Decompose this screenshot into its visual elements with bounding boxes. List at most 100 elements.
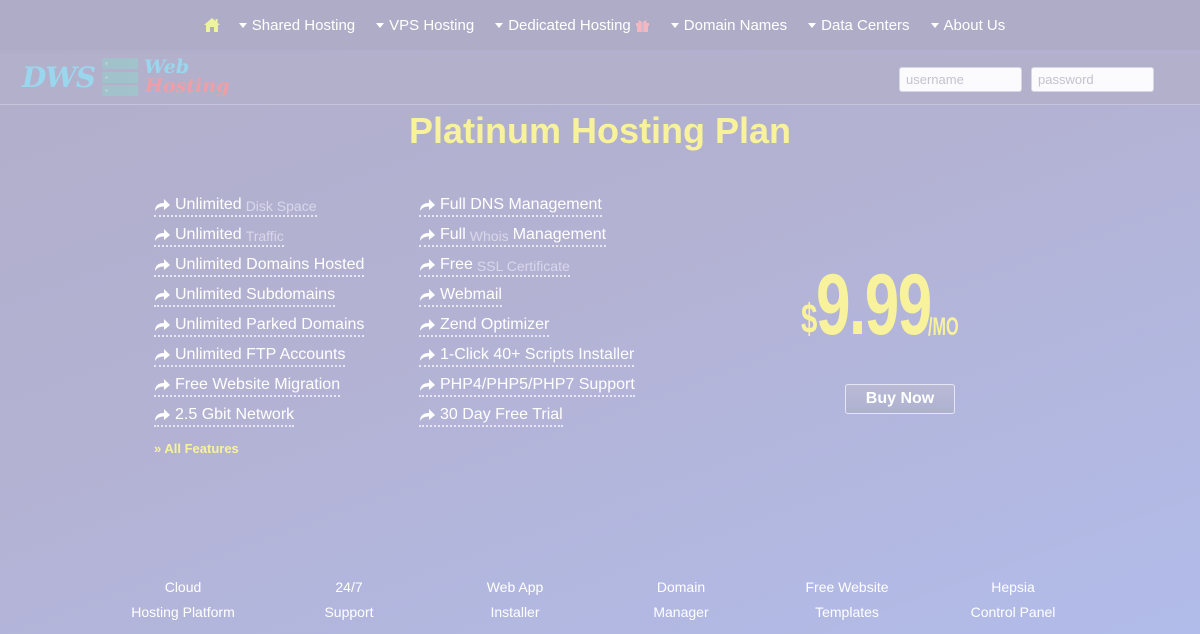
nav-item-vps-hosting[interactable]: VPS Hosting [376, 17, 474, 34]
footer-link-line2: Manager [653, 604, 709, 620]
share-arrow-icon [155, 319, 170, 331]
share-arrow-icon [420, 319, 435, 331]
nav-item-domain-names[interactable]: Domain Names [670, 17, 787, 34]
footer-link-control-panel[interactable]: Hepsia Control Panel [930, 575, 1096, 625]
share-arrow-icon [155, 259, 170, 271]
feature-item[interactable]: Full Whois Management [419, 226, 635, 256]
caret-down-icon [376, 22, 385, 28]
share-arrow-icon [420, 379, 435, 391]
feature-item[interactable]: Unlimited Disk Space [154, 196, 364, 226]
price-amount: 9.99 [816, 257, 932, 353]
feature-link: 30 Day Free Trial [419, 406, 563, 427]
feature-link: Unlimited Disk Space [154, 196, 317, 217]
feature-item[interactable]: 2.5 Gbit Network [154, 406, 364, 436]
caret-down-icon [808, 22, 817, 28]
server-icon [101, 58, 138, 96]
footer-link-line1: Free Website [805, 579, 889, 595]
feature-link: Unlimited Traffic [154, 226, 284, 247]
nav-item-about-us[interactable]: About Us [930, 16, 1006, 34]
feature-main-text: Zend Optimizer [440, 316, 550, 333]
feature-main-text: Unlimited [175, 196, 242, 213]
feature-item[interactable]: Unlimited Traffic [154, 226, 364, 256]
nav-item-label: Dedicated Hosting [508, 16, 631, 34]
footer-link-web-app-installer[interactable]: Web App Installer [432, 575, 598, 625]
feature-item[interactable]: 30 Day Free Trial [419, 406, 635, 436]
footer-link-line1: Cloud [164, 579, 202, 595]
feature-main-text: Full [440, 226, 466, 243]
share-arrow-icon [420, 289, 435, 301]
share-arrow-icon [155, 379, 170, 391]
nav-item-shared-hosting[interactable]: Shared Hosting [238, 16, 356, 34]
feature-item[interactable]: Free SSL Certificate [419, 256, 635, 286]
feature-link: Unlimited Domains Hosted [154, 256, 365, 277]
feature-item[interactable]: Zend Optimizer [419, 316, 635, 346]
feature-item[interactable]: 1-Click 40+ Scripts Installer [419, 346, 635, 376]
share-arrow-icon [155, 349, 170, 361]
page-title: Platinum Hosting Plan [408, 110, 792, 151]
logo-hosting-text: Hosting [144, 75, 230, 97]
feature-main-text: Free [440, 256, 473, 273]
logo[interactable]: DWS Web Hosting [22, 58, 229, 96]
footer-link-line1: Hepsia [991, 579, 1035, 595]
feature-link: Free Website Migration [154, 376, 341, 397]
footer-link-domain-manager[interactable]: Domain Manager [598, 575, 764, 625]
feature-main-text: 1-Click 40+ Scripts Installer [440, 346, 635, 363]
password-input[interactable] [1031, 67, 1154, 92]
caret-down-icon [495, 22, 504, 28]
caret-down-icon [930, 22, 939, 28]
footer-link-line2: Templates [815, 604, 879, 620]
footer-link-line1: 24/7 [335, 579, 363, 595]
feature-item[interactable]: Unlimited Parked Domains [154, 316, 365, 346]
footer-link-line2: Installer [490, 604, 540, 620]
feature-item[interactable]: Unlimited Domains Hosted [154, 256, 365, 286]
footer-link-line2: Support [324, 604, 374, 620]
nav-item-data-centers[interactable]: Data Centers [808, 16, 910, 34]
feature-main-text: PHP4/PHP5/PHP7 Support [440, 376, 635, 393]
feature-link: Unlimited Subdomains [154, 286, 336, 307]
nav-item-label: Shared Hosting [251, 16, 356, 34]
nav-item-label: About Us [943, 16, 1006, 34]
feature-item[interactable]: Webmail [419, 286, 635, 316]
feature-item[interactable]: Unlimited Subdomains [154, 286, 364, 316]
feature-sub-text: Traffic [245, 228, 284, 244]
caret-down-icon [238, 22, 247, 28]
feature-item[interactable]: Unlimited FTP Accounts [154, 346, 364, 376]
nav-item-dedicated-hosting[interactable]: Dedicated Hosting [495, 17, 650, 34]
caret-down-icon [670, 22, 679, 28]
feature-tail-text: Management [512, 226, 607, 243]
footer-link-cloud-hosting[interactable]: Cloud Hosting Platform [100, 575, 266, 625]
share-arrow-icon [420, 409, 435, 421]
footer-link-website-templates[interactable]: Free Website Templates [764, 575, 930, 625]
all-features-link[interactable]: » All Features [154, 441, 239, 456]
feature-list-left: Unlimited Disk Space Unlimited Traffic Unlim… [154, 196, 365, 436]
footer-links: Cloud Hosting Platform 24/7 Support Web … [100, 575, 1096, 625]
home-icon[interactable] [203, 16, 221, 34]
feature-link: Full Whois Management [419, 226, 607, 247]
feature-sub-text: Whois [469, 228, 509, 244]
footer-link-support[interactable]: 24/7 Support [266, 575, 432, 625]
share-arrow-icon [420, 349, 435, 361]
feature-link: Zend Optimizer [419, 316, 550, 337]
share-arrow-icon [420, 259, 435, 271]
footer-link-line1: Web App [486, 579, 544, 595]
share-arrow-icon [155, 409, 170, 421]
feature-main-text: Unlimited [175, 226, 242, 243]
feature-link: Full DNS Management [419, 196, 602, 217]
feature-item[interactable]: Full DNS Management [419, 196, 635, 226]
feature-main-text: Unlimited FTP Accounts [175, 346, 346, 363]
feature-main-text: Unlimited Domains Hosted [175, 256, 365, 273]
feature-link: 1-Click 40+ Scripts Installer [419, 346, 635, 367]
feature-main-text: Unlimited Parked Domains [175, 316, 365, 333]
feature-list-right: Full DNS Management Full Whois Management Fr… [419, 196, 635, 436]
feature-item[interactable]: PHP4/PHP5/PHP7 Support [419, 376, 635, 406]
nav-item-label: Data Centers [821, 16, 910, 34]
feature-link: 2.5 Gbit Network [154, 406, 295, 427]
site-header: DWS Web Hosting [0, 54, 1200, 105]
feature-main-text: Full DNS Management [440, 196, 602, 213]
feature-item[interactable]: Free Website Migration [154, 376, 364, 406]
feature-main-text: 2.5 Gbit Network [175, 406, 295, 423]
feature-main-text: 30 Day Free Trial [440, 406, 563, 423]
buy-now-button[interactable]: Buy Now [845, 384, 955, 414]
share-arrow-icon [155, 289, 170, 301]
username-input[interactable] [899, 67, 1022, 92]
